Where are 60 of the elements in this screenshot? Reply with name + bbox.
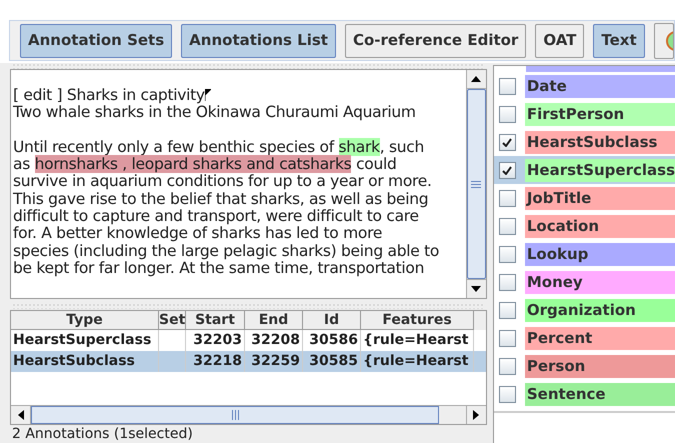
text-line: Two whale sharks in the Okinawa Churaumi Aquarium [13, 104, 417, 122]
left-arrow-icon[interactable] [18, 410, 24, 420]
type-label: Money [524, 270, 675, 294]
table-cell: 30585 [303, 351, 361, 372]
type-label: Sentence [524, 382, 675, 406]
checkbox[interactable] [498, 106, 516, 122]
type-label: JobTitle [524, 186, 675, 210]
run-button[interactable] [654, 22, 674, 58]
horizontal-scrollbar[interactable] [11, 405, 486, 424]
check-icon [502, 138, 512, 146]
down-arrow-icon[interactable] [471, 286, 482, 292]
tab-button[interactable]: OAT [535, 24, 584, 58]
annotation-type-row[interactable]: HearstSuperclass [494, 156, 675, 184]
table-cell: 32259 [245, 351, 303, 372]
text-line: survive in aquarium conditions for up to a year or more. [13, 173, 433, 191]
checkbox[interactable] [498, 162, 516, 178]
vertical-scrollbar[interactable] [466, 70, 486, 298]
type-label: Location [524, 214, 675, 238]
text-line: species (including the large pelagic sharks) being able to [13, 242, 440, 260]
type-label: Percent [524, 326, 675, 350]
text-line: as hornsharks , leopard sharks and catsharks could [13, 156, 398, 174]
checkbox[interactable] [498, 246, 516, 262]
table-row[interactable]: HearstSubclass 32218 32259 30585 {rule=Hearst [11, 351, 486, 372]
tab-button[interactable]: Co-reference Editor [344, 24, 526, 58]
text-line: be kept for far longer. At the same time, transportation [13, 260, 426, 278]
tab-button[interactable]: Text [593, 24, 645, 58]
table-cell: 32218 [186, 351, 245, 372]
checkbox[interactable] [498, 302, 516, 318]
scrollbar-thumb[interactable] [31, 406, 439, 424]
text-line: for. A better knowledge of sharks has led to more [13, 225, 384, 243]
tab-button[interactable]: Annotations List [181, 24, 336, 58]
up-arrow-icon[interactable] [471, 76, 482, 82]
type-label: HearstSuperclass [524, 158, 675, 182]
text-line: This gave rise to the belief that sharks, as well as being [13, 190, 430, 208]
table-cell: HearstSubclass [11, 351, 159, 372]
checkbox[interactable] [498, 78, 516, 94]
text-line: Until recently only a few benthic species of shark, such [13, 138, 426, 156]
checkbox[interactable] [498, 274, 516, 290]
type-label: HearstSubclass [524, 130, 675, 154]
checkbox[interactable] [498, 190, 516, 206]
type-label: FirstPerson [524, 102, 675, 126]
table-cell: {rule=Hearst [361, 351, 474, 372]
checkbox[interactable] [498, 358, 516, 374]
type-label: Lookup [524, 242, 675, 266]
check-icon [502, 166, 512, 174]
right-arrow-icon[interactable] [473, 410, 480, 420]
checkbox[interactable] [498, 386, 516, 402]
checkbox[interactable] [498, 330, 516, 346]
grip-icon [232, 410, 238, 420]
checkbox[interactable] [498, 218, 516, 234]
scrollbar-thumb[interactable] [466, 89, 486, 279]
text-line: [ edit ] Sharks in captivity [13, 87, 466, 104]
status-text: 2 Annotations (1selected) [11, 425, 194, 443]
type-label: Date [524, 74, 675, 98]
type-label: Person [524, 354, 675, 378]
checkbox[interactable] [498, 134, 516, 150]
tab-button[interactable]: Annotation Sets [20, 24, 172, 58]
text-line: difficult to capture and transport, were difficult to care [13, 208, 419, 226]
grip-icon [471, 180, 482, 188]
type-label: Organization [524, 298, 675, 322]
